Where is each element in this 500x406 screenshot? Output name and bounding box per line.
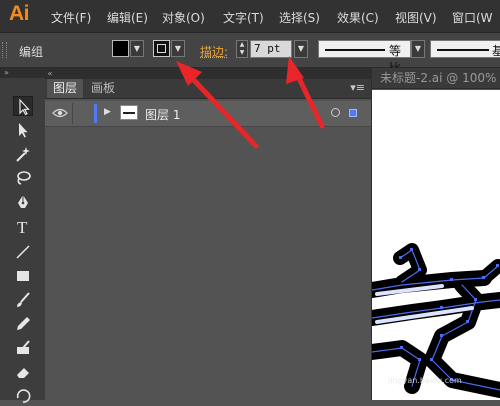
stroke-weight-input[interactable]: 7 pt	[250, 40, 292, 58]
selection-type-label: 编组	[19, 45, 44, 59]
selection-tool-icon[interactable]	[13, 96, 33, 116]
app-logo: Ai	[9, 2, 30, 25]
magic-wand-tool-icon[interactable]	[13, 144, 33, 164]
eraser-tool-icon[interactable]	[13, 362, 33, 382]
menu-object[interactable]: 对象(O)	[162, 9, 205, 26]
panel-header[interactable]: «	[45, 68, 371, 79]
menu-effect[interactable]: 效果(C)	[337, 9, 379, 26]
stroke-weight-dropdown[interactable]: ▼	[294, 40, 308, 58]
profile-line-preview	[325, 49, 385, 51]
fill-dropdown-button[interactable]: ▼	[130, 40, 144, 57]
menu-bar: Ai 文件(F) 编辑(E) 对象(O) 文字(T) 选择(S) 效果(C) 视…	[0, 0, 500, 33]
menu-type[interactable]: 文字(T)	[223, 9, 264, 26]
watermark: jingyan.baidu.com	[380, 376, 462, 385]
watermark-url: jingyan.baidu.com	[388, 376, 462, 385]
variable-width-profile[interactable]: 等比	[318, 40, 411, 75]
stroke-swatch-inner	[157, 44, 166, 53]
menu-file[interactable]: 文件(F)	[51, 9, 91, 26]
direct-selection-tool-icon[interactable]	[13, 120, 33, 140]
tools-panel: » T	[0, 68, 46, 403]
expand-triangle-icon[interactable]: ▶	[104, 107, 111, 117]
control-bar-grip[interactable]	[2, 42, 7, 58]
rectangle-tool-icon[interactable]	[13, 266, 33, 286]
stroke-weight-stepper[interactable]: ▲ ▼	[236, 40, 248, 58]
lasso-tool-icon[interactable]	[13, 168, 33, 188]
paintbrush-tool-icon[interactable]	[13, 290, 33, 310]
brush-line-preview	[437, 49, 489, 51]
brush-label: 基	[492, 44, 500, 58]
tools-panel-header[interactable]: »	[0, 68, 45, 78]
blob-brush-tool-icon[interactable]	[13, 338, 33, 358]
rotate-tool-icon[interactable]	[13, 386, 33, 406]
stroked-text-artwork[interactable]	[372, 90, 500, 400]
panel-menu-icon[interactable]: ▾≡	[350, 81, 365, 94]
stroke-color-swatch[interactable]	[153, 40, 170, 57]
layer-row[interactable]: ▶ 图层 1	[45, 101, 371, 127]
visibility-eye-icon[interactable]	[52, 107, 68, 119]
profile-dropdown[interactable]: ▼	[411, 40, 425, 58]
artboard-canvas[interactable]	[372, 90, 500, 400]
layers-panel: « 图层 画板 ▾≡ ▶ 图层 1	[45, 68, 372, 400]
stroke-dropdown-button[interactable]: ▼	[171, 40, 185, 57]
lock-toggle[interactable]	[72, 103, 73, 124]
tab-layers[interactable]: 图层	[47, 79, 84, 98]
layer-target-icon[interactable]	[331, 108, 340, 117]
panel-tab-bar: 图层 画板 ▾≡	[45, 79, 371, 99]
pencil-tool-icon[interactable]	[13, 314, 33, 334]
fill-color-swatch[interactable]	[112, 40, 129, 57]
menu-select[interactable]: 选择(S)	[279, 9, 320, 26]
menu-view[interactable]: 视图(V)	[395, 9, 437, 26]
line-tool-icon[interactable]	[13, 242, 33, 262]
brush-definition[interactable]: 基	[430, 40, 500, 58]
layer-color-indicator	[94, 104, 97, 123]
menu-edit[interactable]: 编辑(E)	[107, 9, 148, 26]
svg-text:T: T	[17, 218, 28, 237]
tab-artboards[interactable]: 画板	[85, 79, 121, 98]
menu-window[interactable]: 窗口(W	[452, 9, 493, 26]
layer-thumbnail	[120, 105, 138, 120]
stroke-label-link[interactable]: 描边:	[200, 43, 228, 60]
pen-tool-icon[interactable]	[13, 192, 33, 212]
control-bar: 编组 ▼ ▼ 描边: ▲▼ 7 pt ▼ 等比 ▼ 基	[0, 33, 500, 75]
layer-name[interactable]: 图层 1	[145, 106, 180, 123]
type-tool-icon[interactable]: T	[13, 217, 33, 237]
document-tab[interactable]: 未标题-2.ai @ 100%	[372, 68, 500, 89]
layer-selection-indicator[interactable]	[349, 109, 357, 117]
